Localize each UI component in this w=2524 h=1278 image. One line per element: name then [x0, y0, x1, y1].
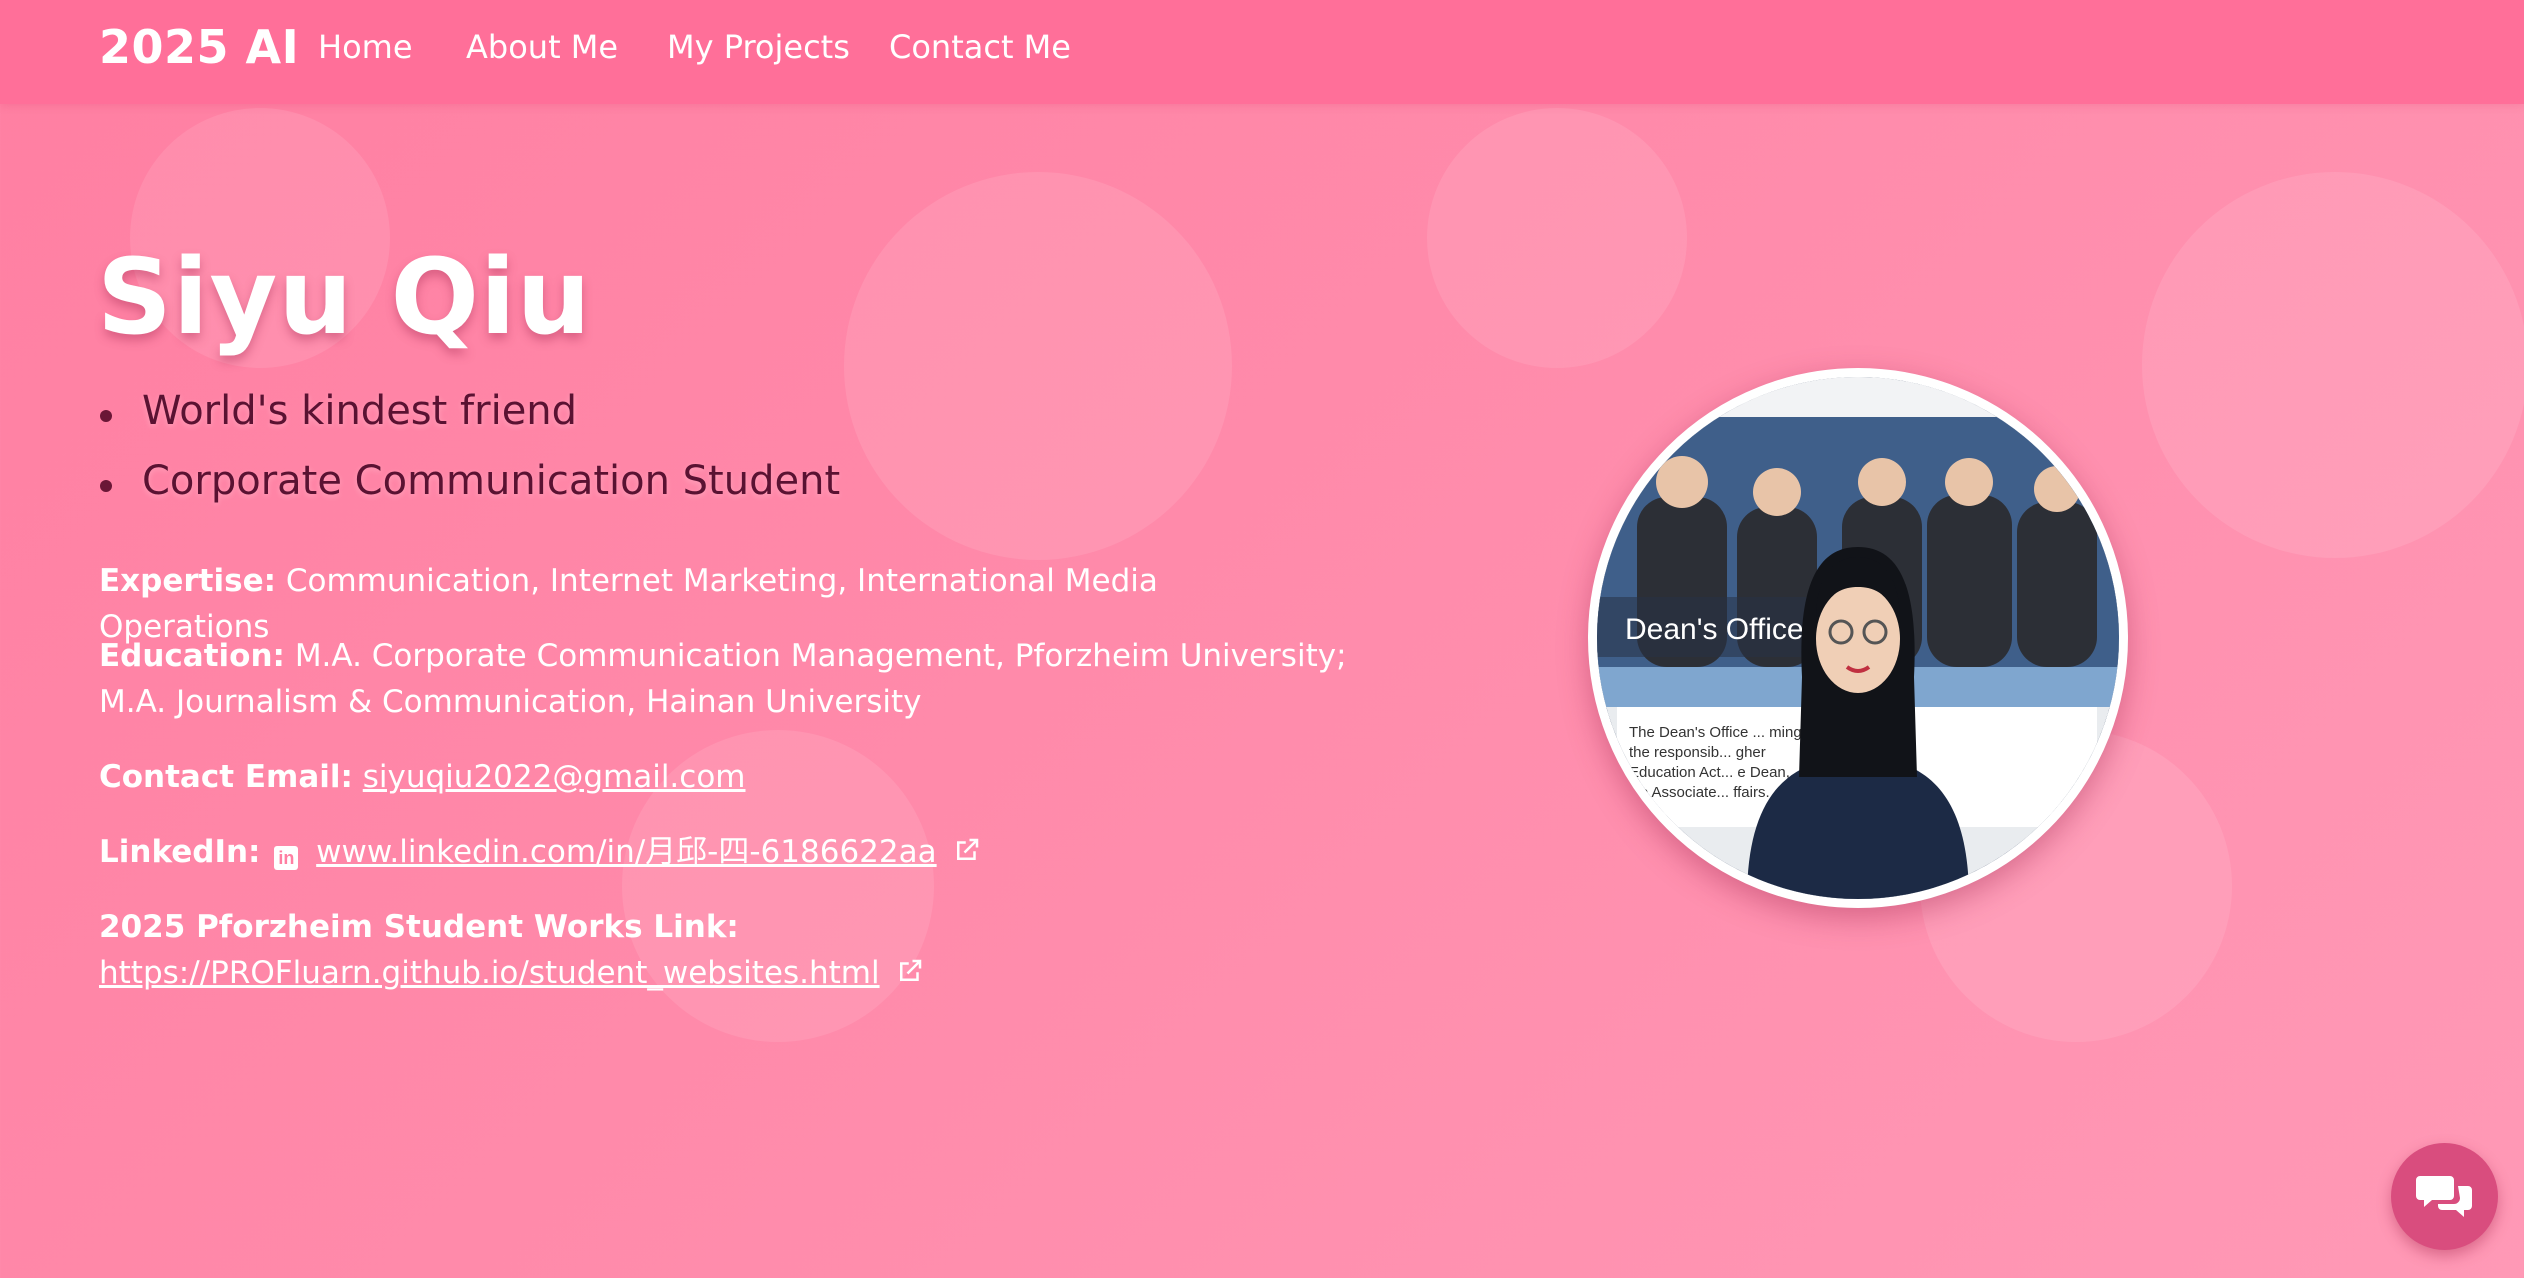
sign-text: Dean's Office	[1625, 613, 1804, 646]
linkedin-icon: in	[274, 846, 299, 870]
tagline-item: Corporate Communication Student	[100, 458, 840, 504]
linkedin-label: LinkedIn:	[99, 834, 261, 870]
brand-logo[interactable]: 2025 AI	[99, 20, 299, 74]
works-label: 2025 Pforzheim Student Works Link:	[99, 909, 739, 945]
works-link[interactable]: https://PROFluarn.github.io/student_webs…	[99, 955, 880, 991]
board-line: Education Act... e Dean,	[1629, 764, 1790, 781]
chat-button[interactable]	[2391, 1143, 2498, 1250]
linkedin-link-text: www.linkedin.com/in/月邱-四-6186622aa	[316, 834, 937, 870]
chat-bubbles-icon	[2415, 1175, 2472, 1217]
tagline-text: Corporate Communication Student	[142, 458, 841, 504]
education-value: M.A. Corporate Communication Management,…	[99, 638, 1347, 720]
board-line: the responsib... gher	[1629, 744, 1766, 761]
education-label: Education:	[99, 638, 285, 674]
education-line: Education: M.A. Corporate Communication …	[99, 633, 1349, 725]
decor-bubble	[844, 172, 1232, 560]
tagline-item: World's kindest friend	[100, 388, 577, 434]
nav-link-about-me[interactable]: About Me	[466, 28, 618, 66]
bullet-icon	[100, 410, 112, 422]
decor-bubble	[2142, 172, 2524, 558]
tagline-text: World's kindest friend	[142, 388, 578, 434]
hero-name: Siyu Qiu	[97, 236, 592, 358]
board-line: wo Associate... ffairs.	[1628, 784, 1770, 801]
external-link-icon	[895, 953, 925, 999]
expertise-label: Expertise:	[99, 563, 276, 599]
profile-photo-illustration: Dean's Office The Dean's Office ... ming…	[1597, 377, 2119, 899]
works-link-text: https://PROFluarn.github.io/student_webs…	[99, 955, 880, 991]
email-link[interactable]: siyuqiu2022@gmail.com	[363, 759, 746, 795]
nav-link-my-projects[interactable]: My Projects	[667, 28, 850, 66]
bullet-icon	[100, 480, 112, 492]
linkedin-line: LinkedIn: in www.linkedin.com/in/月邱-四-61…	[99, 829, 1319, 878]
top-navbar: 2025 AI Home About Me My Projects Contac…	[0, 0, 2524, 104]
board-line: The Dean's Office ... ming	[1629, 724, 1802, 741]
external-link-icon	[952, 832, 982, 878]
email-label: Contact Email:	[99, 759, 353, 795]
nav-link-home[interactable]: Home	[318, 28, 413, 66]
decor-bubble	[1427, 108, 1687, 368]
profile-photo: Dean's Office The Dean's Office ... ming…	[1588, 368, 2128, 908]
linkedin-link[interactable]: www.linkedin.com/in/月邱-四-6186622aa	[316, 834, 936, 870]
nav-link-contact-me[interactable]: Contact Me	[889, 28, 1071, 66]
works-line: 2025 Pforzheim Student Works Link: https…	[99, 904, 1319, 999]
email-line: Contact Email: siyuqiu2022@gmail.com	[99, 754, 1319, 800]
